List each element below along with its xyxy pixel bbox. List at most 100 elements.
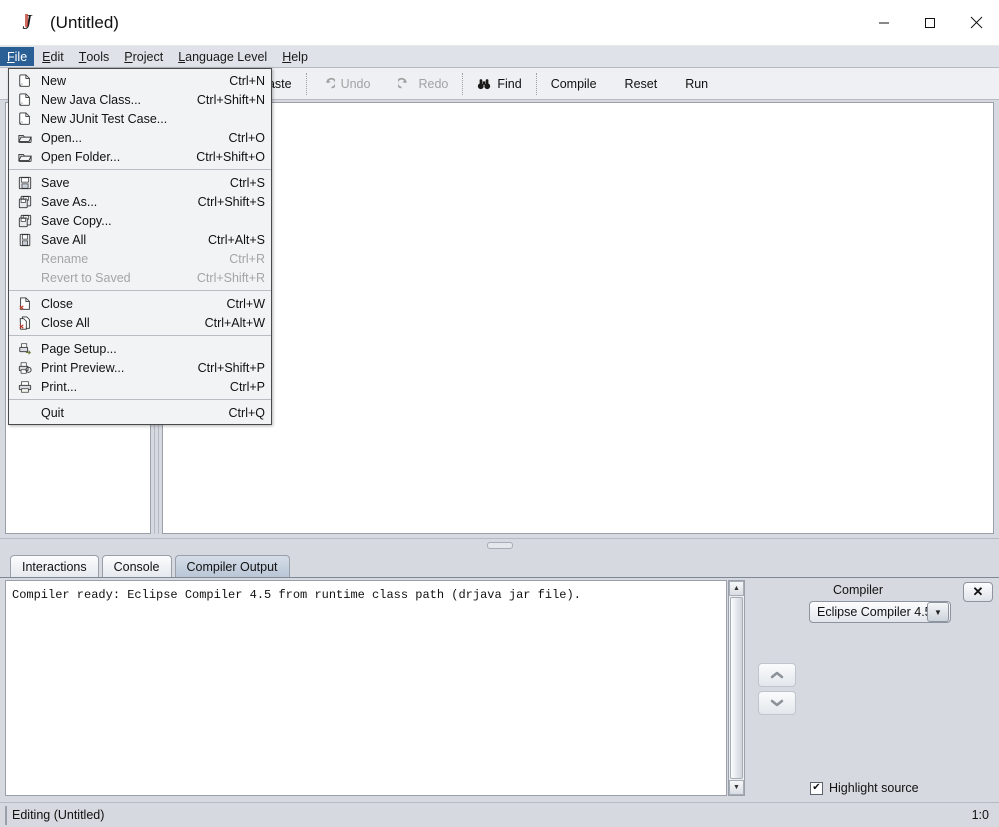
menu-item-label: Save [41,175,70,190]
tab-label: Interactions [22,559,87,574]
compiler-select-value: Eclipse Compiler 4.5 [817,605,927,619]
file-menu-item-save-all[interactable]: Save All Ctrl+Alt+S [9,230,271,249]
maximize-icon[interactable] [907,0,953,46]
menu-item-accelerator: Ctrl+S [229,175,265,190]
toolbar-run-button[interactable]: Run [671,69,722,99]
output-tab-bar: Interactions Console Compiler Output [0,552,999,578]
file-menu-item-new-java-class[interactable]: New Java Class... Ctrl+Shift+N [9,90,271,109]
tab-interactions[interactable]: Interactions [10,555,99,577]
tab-label: Console [113,559,160,574]
undo-icon [321,77,337,91]
file-menu-item-quit[interactable]: Quit Ctrl+Q [9,403,271,422]
editor-pane[interactable] [162,102,994,534]
menu-item-accelerator: Ctrl+W [226,296,265,311]
menu-item-label: New [41,73,67,88]
toolbar-reset-button[interactable]: Reset [611,69,672,99]
menu-item-label: Save As... [41,194,98,209]
save-as-icon [15,213,35,229]
file-menu-item-open-folder[interactable]: Open Folder... Ctrl+Shift+O [9,147,271,166]
menu-item-accelerator: Ctrl+P [229,379,265,394]
checkbox-check-icon: ✔ [810,781,823,795]
compiler-output-text[interactable]: Compiler ready: Eclipse Compiler 4.5 fro… [5,580,727,796]
compiler-panel-close-button[interactable]: ✕ [963,582,993,602]
highlight-source-checkbox[interactable]: ✔ Highlight source [810,781,919,795]
minimize-icon[interactable] [861,0,907,46]
toolbar-redo-button[interactable]: Redo [384,69,462,99]
toolbar-undo-button[interactable]: Undo [307,69,385,99]
menu-file-rest: ile [14,49,28,64]
scroll-up-icon[interactable]: ▲ [729,581,744,596]
output-scrollbar[interactable]: ▲ ▼ [728,580,745,796]
no-icon [15,251,35,267]
page-setup-icon [15,341,35,357]
menu-project[interactable]: Project [117,47,170,66]
menu-item-accelerator: Ctrl+Alt+S [208,232,265,247]
menu-bar: File Edit Tools Project Language Level H… [0,46,999,68]
scrollbar-thumb[interactable] [730,597,743,779]
menu-item-label: New JUnit Test Case... [41,111,168,126]
splitter-grip[interactable] [487,542,513,549]
redo-icon [396,77,412,91]
menu-tools-rest: ools [86,49,110,64]
chevron-down-icon-nav[interactable] [758,691,796,715]
menu-help[interactable]: Help [275,47,315,66]
menu-item-label: Close All [41,315,90,330]
menu-item-label: Rename [41,251,89,266]
toolbar-button-label: Run [685,76,709,91]
tab-compiler-output[interactable]: Compiler Output [174,555,290,577]
menu-item-accelerator: Ctrl+R [229,251,265,266]
horizontal-splitter[interactable] [0,538,999,552]
menu-separator [9,169,271,170]
print-preview-icon [15,360,35,376]
menu-item-label: Open Folder... [41,149,121,164]
compiler-panel-title: Compiler [832,583,883,597]
file-menu-item-close-all[interactable]: Close All Ctrl+Alt+W [9,313,271,332]
menu-item-label: Save All [41,232,87,247]
menu-item-accelerator: Ctrl+Shift+O [196,149,265,164]
menu-item-label: Print... [41,379,78,394]
file-menu-item-page-setup[interactable]: Page Setup... [9,339,271,358]
menu-item-accelerator: Ctrl+Shift+S [197,194,265,209]
toolbar-find-button[interactable]: Find [463,69,535,99]
save-icon [15,175,35,191]
scroll-down-icon[interactable]: ▼ [729,780,744,795]
toolbar-button-label: Compile [550,76,597,91]
menu-item-label: Print Preview... [41,360,125,375]
file-menu-item-print[interactable]: Print... Ctrl+P [9,377,271,396]
file-menu-item-revert-to-saved: Revert to Saved Ctrl+Shift+R [9,268,271,287]
menu-edit[interactable]: Edit [35,47,71,66]
window-title: (Untitled) [50,12,119,32]
menu-tools[interactable]: Tools [72,47,117,66]
menu-item-accelerator: Ctrl+N [229,73,265,88]
close-file-icon [15,296,35,312]
chevron-down-icon[interactable]: ▼ [927,602,949,622]
new-file-icon [15,73,35,89]
toolbar-compile-button[interactable]: Compile [537,69,611,99]
menu-project-rest: roject [132,49,164,64]
close-icon[interactable] [953,0,999,46]
file-menu-item-close[interactable]: Close Ctrl+W [9,294,271,313]
file-menu-item-print-preview[interactable]: Print Preview... Ctrl+Shift+P [9,358,271,377]
tab-console[interactable]: Console [101,555,172,577]
file-menu-item-save[interactable]: Save Ctrl+S [9,173,271,192]
file-menu-dropdown: New Ctrl+N New Java Class... Ctrl+Shift+N Ne… [8,68,272,425]
chevron-up-icon[interactable] [758,663,796,687]
new-file-icon [15,111,35,127]
menu-file[interactable]: File [0,47,35,66]
tab-label: Compiler Output [186,559,278,574]
menu-separator [9,290,271,291]
file-menu-item-new-junit-test-case[interactable]: New JUnit Test Case... [9,109,271,128]
menu-item-accelerator: Ctrl+Shift+N [196,92,265,107]
menu-edit-rest: dit [50,49,64,64]
menu-help-rest: elp [291,49,308,64]
file-menu-item-save-as[interactable]: Save As... Ctrl+Shift+S [9,192,271,211]
compiler-select[interactable]: Eclipse Compiler 4.5 ▼ [809,601,951,623]
menu-language-level[interactable]: Language Level [171,47,274,66]
file-menu-item-open[interactable]: Open... Ctrl+O [9,128,271,147]
file-menu-item-new[interactable]: New Ctrl+N [9,71,271,90]
file-menu-item-save-copy[interactable]: Save Copy... [9,211,271,230]
menu-separator [9,335,271,336]
toolbar-button-label: Undo [340,76,371,91]
close-all-files-icon [15,315,35,331]
window-controls [861,0,999,46]
